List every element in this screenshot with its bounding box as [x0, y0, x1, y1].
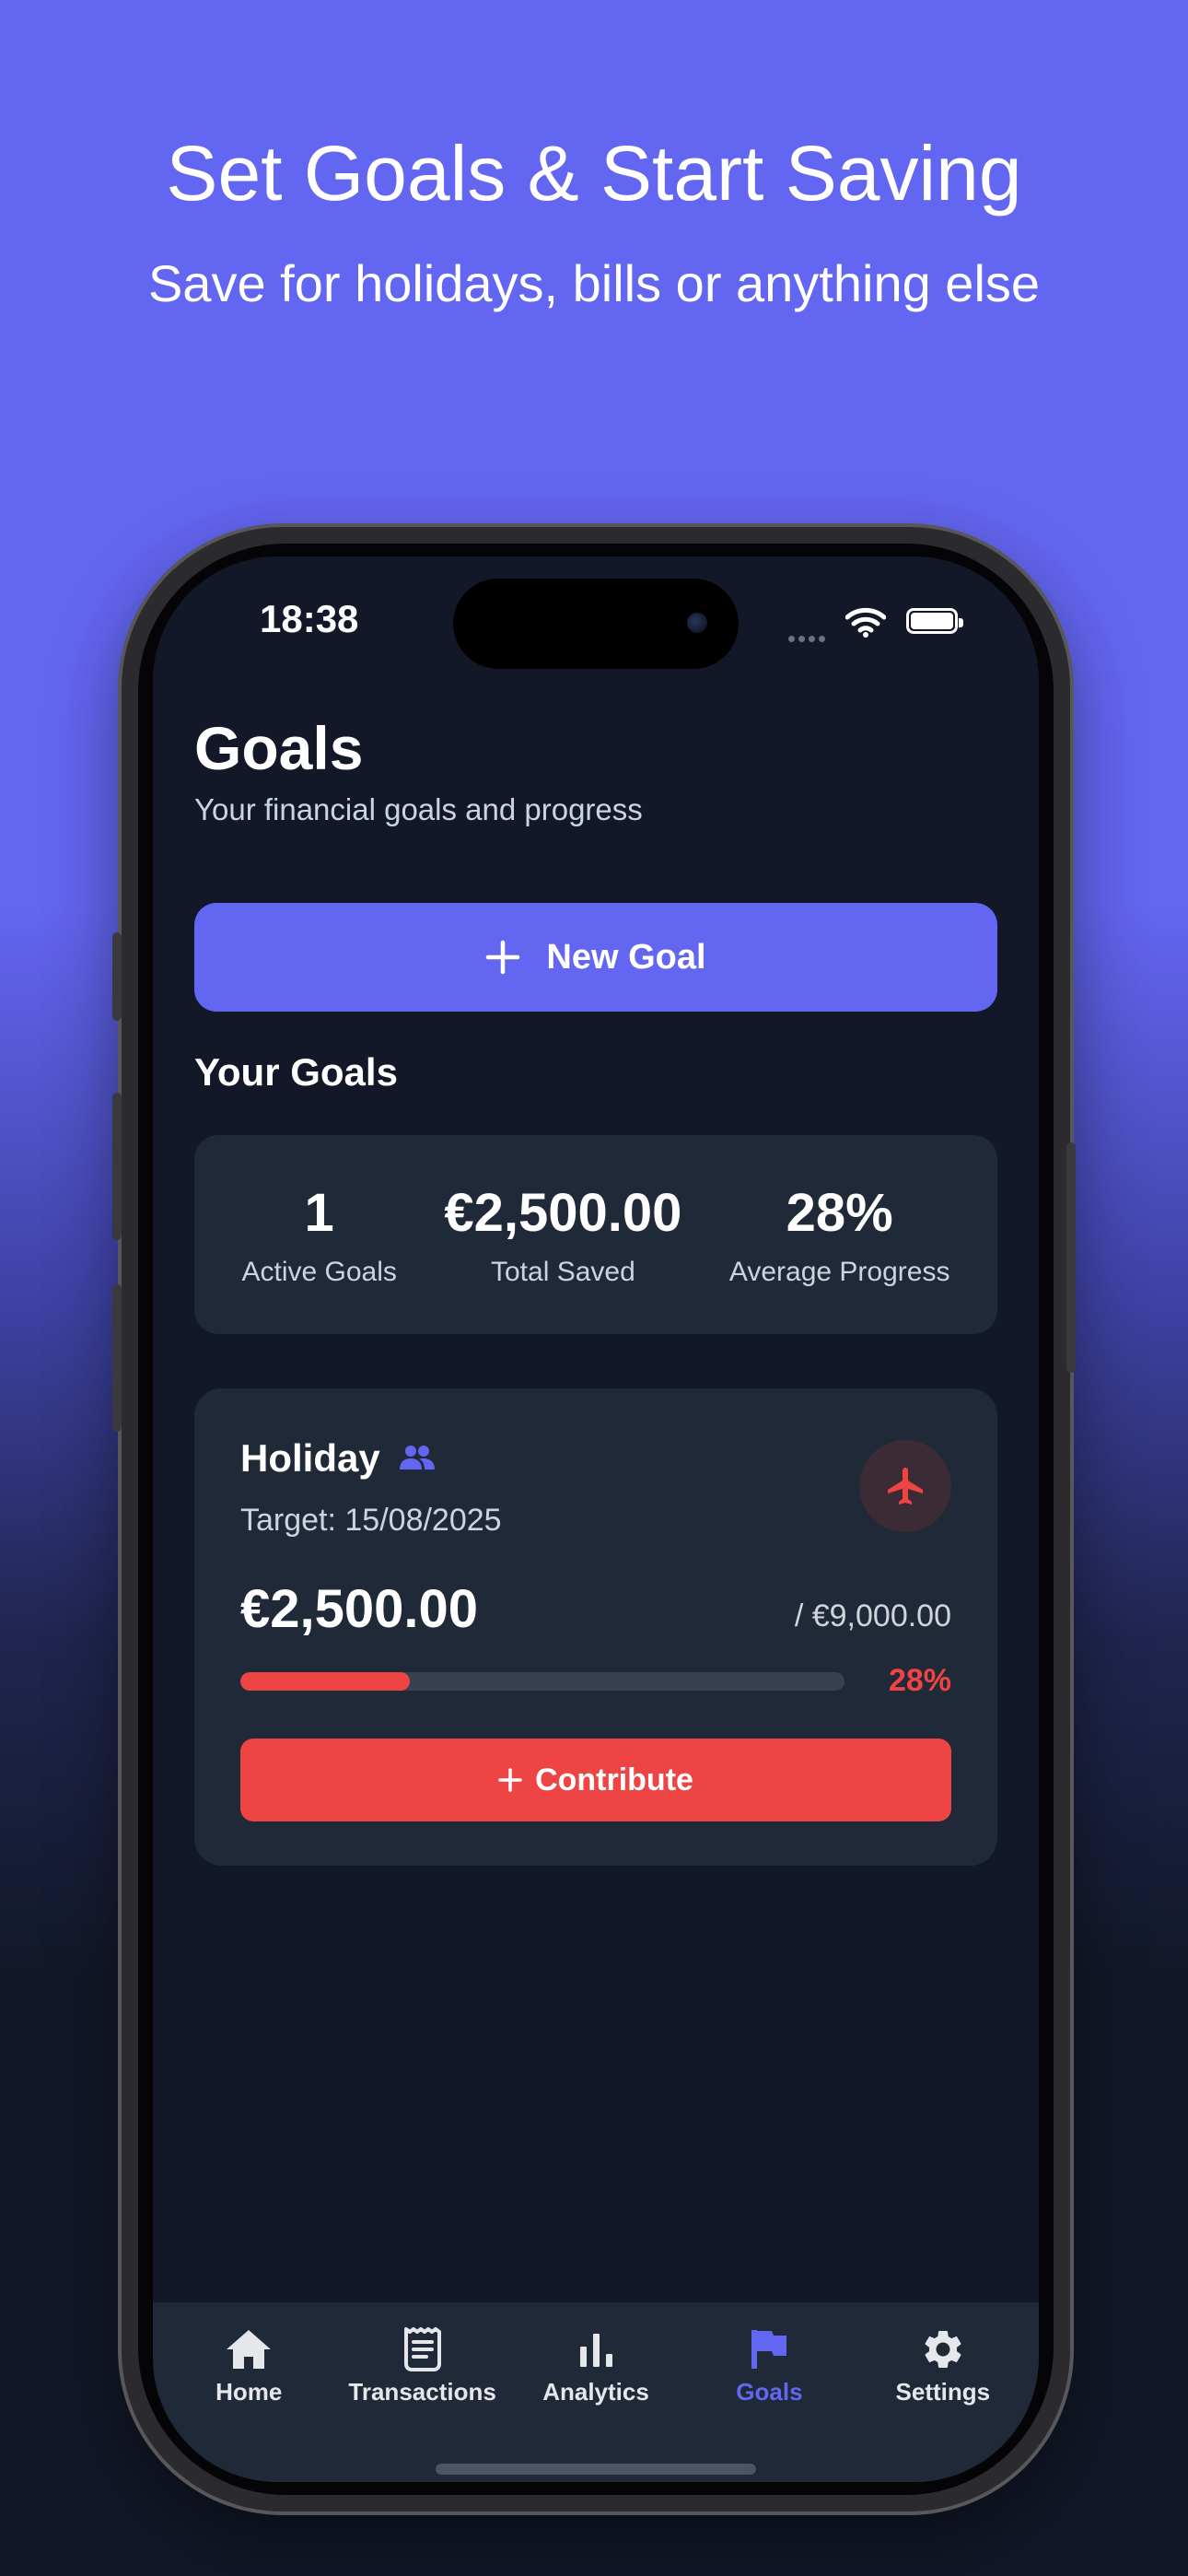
tab-label: Home [215, 2378, 283, 2406]
bar-chart-icon [580, 2334, 613, 2367]
stat-value: 28% [786, 1182, 893, 1243]
goal-category-badge [859, 1440, 951, 1532]
tab-label: Goals [736, 2378, 803, 2406]
stat-average-progress: 28% Average Progress [729, 1182, 950, 1288]
power-button [1066, 1142, 1076, 1373]
page-title: Goals [194, 714, 364, 782]
volume-up-button [112, 1093, 122, 1240]
stat-value: 1 [304, 1182, 334, 1243]
goal-progress-bar [240, 1672, 844, 1691]
contribute-label: Contribute [535, 1762, 693, 1797]
goal-progress-percent: 28% [888, 1663, 951, 1698]
goal-target-amount: / €9,000.00 [794, 1598, 951, 1633]
tab-bar: Home Transactions Analytics Goals Settin… [153, 2302, 1039, 2482]
contribute-button[interactable]: Contribute [240, 1739, 951, 1821]
stat-label: Active Goals [241, 1256, 397, 1287]
receipt-icon [403, 2327, 441, 2371]
airplane-icon [888, 1468, 923, 1505]
gear-icon [925, 2331, 961, 2368]
camera-lens-icon [687, 613, 707, 633]
volume-down-button [112, 1284, 122, 1432]
phone-screen: 18:38 Goals Your financial goals and pro… [153, 556, 1039, 2482]
battery-icon [906, 608, 963, 634]
new-goal-button[interactable]: New Goal [194, 903, 997, 1012]
stat-label: Total Saved [491, 1256, 635, 1287]
status-time: 18:38 [260, 597, 359, 640]
goal-card[interactable]: Holiday Target: 15/08/2025 €2,500.00 / €… [194, 1388, 997, 1866]
hero-title: Set Goals & Start Saving [166, 130, 1022, 217]
goal-saved-amount: €2,500.00 [240, 1579, 479, 1639]
tab-label: Analytics [542, 2378, 649, 2406]
page-subtitle: Your financial goals and progress [194, 792, 643, 826]
plus-icon [486, 940, 520, 975]
action-button [112, 932, 122, 1021]
signal-icon [788, 630, 829, 647]
wifi-icon [845, 607, 886, 638]
stat-value: €2,500.00 [444, 1182, 682, 1243]
stat-label: Average Progress [728, 1256, 950, 1287]
tab-home[interactable]: Home [162, 2302, 335, 2482]
hero-subtitle: Save for holidays, bills or anything els… [147, 254, 1041, 312]
goal-target-date: Target: 15/08/2025 [240, 1503, 502, 1538]
home-indicator [436, 2464, 756, 2475]
stat-active-goals: 1 Active Goals [241, 1182, 396, 1288]
home-icon [227, 2330, 272, 2369]
tab-settings[interactable]: Settings [856, 2302, 1030, 2482]
people-icon [400, 1446, 435, 1469]
tab-label: Settings [895, 2378, 991, 2406]
dynamic-island [453, 579, 739, 669]
flag-icon [751, 2330, 787, 2369]
goal-name: Holiday [240, 1436, 380, 1480]
goal-progress-fill [240, 1672, 410, 1691]
tab-analytics[interactable]: Analytics [509, 2302, 682, 2482]
section-title: Your Goals [194, 1050, 398, 1094]
tab-transactions[interactable]: Transactions [335, 2302, 508, 2482]
plus-icon [498, 1768, 522, 1792]
new-goal-label: New Goal [546, 937, 706, 977]
tab-label: Transactions [348, 2378, 496, 2406]
stat-total-saved: €2,500.00 Total Saved [444, 1182, 681, 1288]
stats-card: 1 Active Goals €2,500.00 Total Saved 28%… [194, 1135, 997, 1334]
tab-goals[interactable]: Goals [682, 2302, 856, 2482]
